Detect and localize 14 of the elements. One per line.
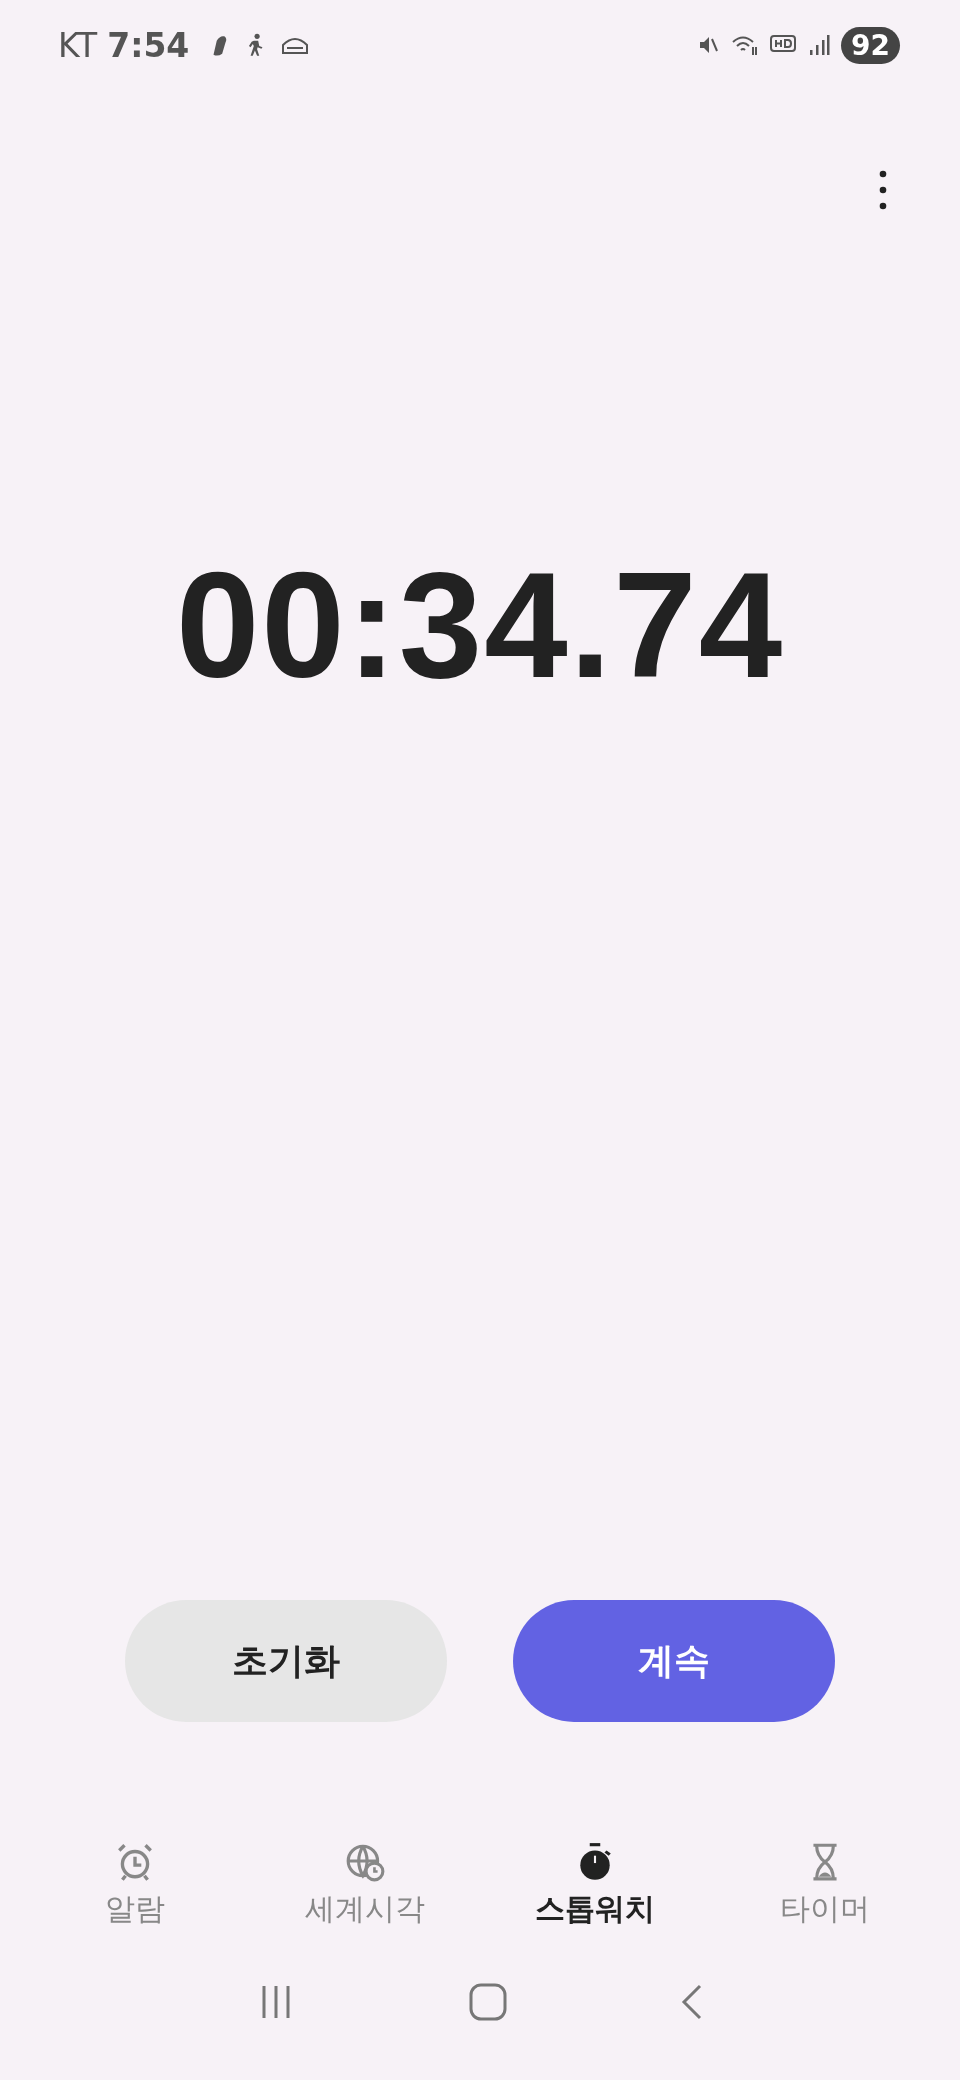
nav-tab[interactable]: 알람 — [30, 1837, 240, 1934]
carrier-name: KT — [58, 25, 98, 65]
signal-icon — [807, 33, 832, 57]
status-time: 7:54 — [107, 25, 190, 65]
more-icon — [879, 170, 887, 210]
resume-button[interactable]: 계속 — [513, 1600, 835, 1722]
reset-button[interactable]: 초기화 — [125, 1600, 447, 1722]
back-icon[interactable] — [680, 1982, 704, 2022]
nav-tab[interactable]: 세계시각 — [260, 1837, 470, 1934]
elapsed-time: 00:34.74 — [175, 550, 785, 700]
home-icon[interactable] — [468, 1982, 508, 2022]
nav-tab[interactable]: 스톱워치 — [490, 1837, 700, 1934]
battery-level: 92 — [841, 26, 900, 64]
nav-tab[interactable]: 타이머 — [720, 1837, 930, 1934]
